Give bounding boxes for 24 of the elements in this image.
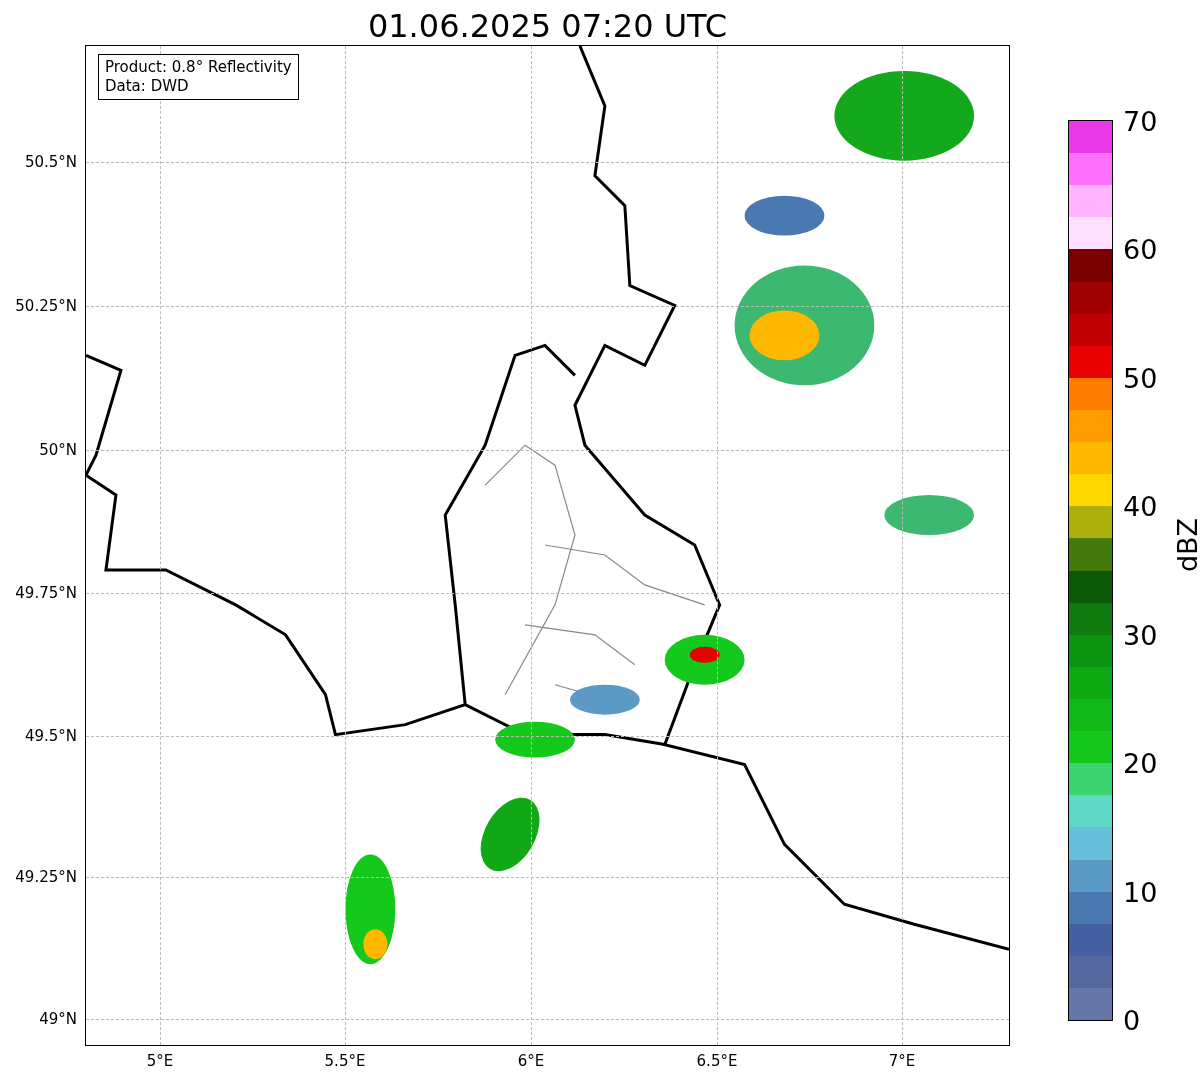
scale-tick-label: 20 bbox=[1123, 747, 1158, 779]
axis-tick-label: 5°E bbox=[146, 1052, 174, 1070]
scale-label: dBZ bbox=[1171, 517, 1202, 573]
info-text: Data: DWD bbox=[105, 77, 190, 96]
axis-tick-label: 50.5°N bbox=[24, 153, 77, 171]
axis-tick-label: 6.5°E bbox=[696, 1052, 738, 1070]
scale-tick-label: 10 bbox=[1123, 876, 1158, 908]
axis-tick-label: 49.75°N bbox=[15, 584, 77, 602]
scale-tick-label: 0 bbox=[1123, 1004, 1141, 1036]
scale-tick-label: 40 bbox=[1123, 490, 1158, 522]
axis-tick-label: 6°E bbox=[517, 1052, 545, 1070]
axis-tick-label: 50°N bbox=[39, 441, 77, 459]
info-text: Product: 0.8° Reflectivity bbox=[105, 58, 292, 77]
axis-tick-label: 49.5°N bbox=[24, 727, 77, 745]
chart-title: 01.06.2025 07:20 UTC bbox=[366, 6, 729, 45]
scale-tick-label: 50 bbox=[1123, 362, 1158, 394]
axis-tick-label: 7°E bbox=[888, 1052, 916, 1070]
scale-tick-label: 60 bbox=[1123, 233, 1158, 265]
axis-tick-label: 49°N bbox=[39, 1010, 77, 1028]
axis-tick-label: 49.25°N bbox=[15, 868, 77, 886]
axis-tick-label: 50.25°N bbox=[15, 297, 77, 315]
scale-tick-label: 70 bbox=[1123, 105, 1158, 137]
scale-tick-label: 30 bbox=[1123, 619, 1158, 651]
axis-tick-label: 5.5°E bbox=[324, 1052, 366, 1070]
